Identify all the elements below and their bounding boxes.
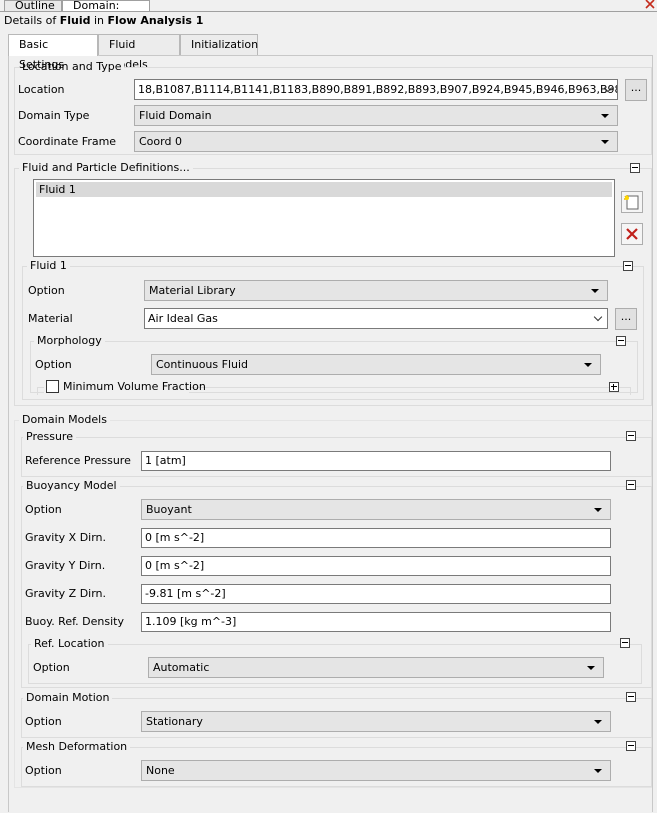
gravity-y-label: Gravity Y Dirn. bbox=[25, 559, 106, 572]
dropdown-arrow-icon bbox=[594, 720, 602, 724]
coordinate-frame-value: Coord 0 bbox=[139, 135, 182, 148]
mesh-deformation-option-value: None bbox=[146, 764, 175, 777]
top-tab-divider bbox=[0, 11, 657, 12]
min-volume-label: Minimum Volume Fraction bbox=[63, 380, 206, 393]
gravity-x-label: Gravity X Dirn. bbox=[25, 531, 107, 544]
collapse-icon[interactable] bbox=[626, 431, 636, 441]
tab-initialization[interactable]: Initialization bbox=[180, 34, 258, 55]
fluid1-title: Fluid 1 bbox=[27, 259, 70, 273]
min-volume-checkbox[interactable] bbox=[46, 380, 59, 393]
ref-location-title: Ref. Location bbox=[31, 637, 108, 651]
collapse-icon[interactable] bbox=[626, 480, 636, 490]
mesh-deformation-title: Mesh Deformation bbox=[23, 740, 131, 754]
reference-pressure-input[interactable]: 1 [atm] bbox=[141, 451, 611, 471]
gravity-x-input[interactable]: 0 [m s^-2] bbox=[141, 528, 611, 548]
dropdown-arrow-icon bbox=[594, 508, 602, 512]
location-label: Location bbox=[18, 83, 65, 96]
tab-basic-settings[interactable]: Basic Settings bbox=[8, 34, 98, 71]
fluid-definitions-title: Fluid and Particle Definitions... bbox=[19, 161, 193, 175]
delete-fluid-button[interactable] bbox=[621, 223, 643, 245]
gravity-z-label: Gravity Z Dirn. bbox=[25, 587, 107, 600]
details-header: Details of Fluid in Flow Analysis 1 bbox=[4, 14, 204, 27]
tab-outline[interactable]: Outline bbox=[4, 0, 62, 11]
coordinate-frame-select[interactable]: Coord 0 bbox=[134, 131, 618, 152]
tab-domain-fluid[interactable]: Domain: Fluid bbox=[62, 0, 150, 11]
material-browse-button[interactable]: ... bbox=[615, 308, 637, 330]
gravity-x-value: 0 [m s^-2] bbox=[145, 531, 205, 544]
tab-domain-label: Domain: Fluid bbox=[73, 0, 120, 11]
domain-motion-option-value: Stationary bbox=[146, 715, 203, 728]
location-value: 18,B1087,B1114,B1141,B1183,B890,B891,B89… bbox=[138, 83, 618, 96]
dropdown-arrow-icon bbox=[584, 363, 592, 367]
collapse-icon[interactable] bbox=[626, 692, 636, 702]
collapse-icon[interactable] bbox=[630, 163, 640, 173]
domain-models-title: Domain Models bbox=[19, 413, 110, 427]
morphology-title: Morphology bbox=[34, 334, 105, 348]
list-item[interactable]: Fluid 1 bbox=[36, 182, 612, 197]
mesh-deformation-option-select[interactable]: None bbox=[141, 760, 611, 781]
coordinate-frame-label: Coordinate Frame bbox=[18, 135, 117, 148]
material-value: Air Ideal Gas bbox=[148, 312, 218, 325]
morphology-option-label: Option bbox=[35, 358, 72, 371]
buoy-ref-density-input[interactable]: 1.109 [kg m^-3] bbox=[141, 612, 611, 632]
reference-pressure-label: Reference Pressure bbox=[25, 454, 131, 467]
domain-motion-option-select[interactable]: Stationary bbox=[141, 711, 611, 732]
fluid-list[interactable]: Fluid 1 bbox=[33, 179, 615, 257]
mesh-deformation-option-label: Option bbox=[25, 764, 62, 777]
material-combo[interactable]: Air Ideal Gas bbox=[144, 308, 608, 329]
gravity-y-input[interactable]: 0 [m s^-2] bbox=[141, 556, 611, 576]
domain-type-select[interactable]: Fluid Domain bbox=[134, 105, 618, 126]
pressure-title: Pressure bbox=[23, 430, 76, 444]
collapse-icon[interactable] bbox=[623, 261, 633, 271]
new-item-icon bbox=[624, 195, 639, 210]
ref-location-option-select[interactable]: Automatic bbox=[148, 657, 604, 678]
add-fluid-button[interactable] bbox=[621, 191, 643, 213]
material-label: Material bbox=[28, 312, 73, 325]
list-item-label: Fluid 1 bbox=[39, 183, 76, 196]
fluid1-option-select[interactable]: Material Library bbox=[144, 280, 608, 301]
domain-type-label: Domain Type bbox=[18, 109, 90, 122]
collapse-icon[interactable] bbox=[626, 741, 636, 751]
gravity-y-value: 0 [m s^-2] bbox=[145, 559, 205, 572]
dropdown-arrow-icon bbox=[591, 289, 599, 293]
close-icon[interactable] bbox=[645, 0, 655, 9]
gravity-z-input[interactable]: -9.81 [m s^-2] bbox=[141, 584, 611, 604]
fluid1-option-label: Option bbox=[28, 284, 65, 297]
location-combo[interactable]: 18,B1087,B1114,B1141,B1183,B890,B891,B89… bbox=[134, 79, 618, 100]
dropdown-arrow-icon bbox=[587, 666, 595, 670]
fluid1-option-value: Material Library bbox=[149, 284, 236, 297]
browse-label: ... bbox=[620, 310, 632, 323]
ref-location-option-value: Automatic bbox=[153, 661, 210, 674]
morphology-option-value: Continuous Fluid bbox=[156, 358, 249, 371]
tab-initialization-label: Initialization bbox=[191, 38, 259, 51]
browse-label: ... bbox=[630, 81, 642, 94]
dropdown-arrow-icon bbox=[594, 769, 602, 773]
domain-motion-title: Domain Motion bbox=[23, 691, 113, 705]
tab-outline-label: Outline bbox=[15, 0, 55, 11]
buoy-ref-density-value: 1.109 [kg m^-3] bbox=[145, 615, 237, 628]
buoyancy-title: Buoyancy Model bbox=[23, 479, 120, 493]
dropdown-arrow-icon bbox=[601, 140, 609, 144]
tab-basic-settings-label: Basic Settings bbox=[19, 38, 65, 71]
morphology-option-select[interactable]: Continuous Fluid bbox=[151, 354, 601, 375]
expand-icon[interactable] bbox=[609, 382, 619, 392]
collapse-icon[interactable] bbox=[620, 638, 630, 648]
ref-location-option-label: Option bbox=[33, 661, 70, 674]
buoyancy-option-select[interactable]: Buoyant bbox=[141, 499, 611, 520]
domain-motion-option-label: Option bbox=[25, 715, 62, 728]
dropdown-arrow-icon bbox=[601, 114, 609, 118]
gravity-z-value: -9.81 [m s^-2] bbox=[145, 587, 226, 600]
delete-icon bbox=[626, 228, 638, 240]
domain-type-value: Fluid Domain bbox=[139, 109, 212, 122]
buoy-ref-density-label: Buoy. Ref. Density bbox=[25, 615, 124, 628]
reference-pressure-value: 1 [atm] bbox=[145, 454, 186, 467]
chevron-down-icon bbox=[593, 312, 603, 322]
location-browse-button[interactable]: ... bbox=[625, 79, 647, 101]
tab-fluid-models[interactable]: Fluid Models bbox=[98, 34, 180, 71]
collapse-icon[interactable] bbox=[616, 336, 626, 346]
buoyancy-option-label: Option bbox=[25, 503, 62, 516]
buoyancy-option-value: Buoyant bbox=[146, 503, 192, 516]
min-volume-row: Minimum Volume Fraction bbox=[44, 380, 206, 394]
